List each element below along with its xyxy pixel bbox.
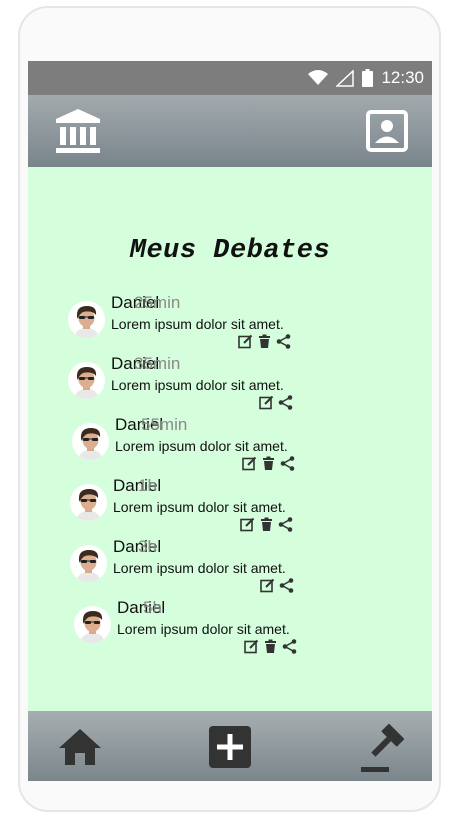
avatar: [70, 545, 107, 582]
debates-screen: Meus Debates Daniel 25min Lorem ipsum do…: [28, 167, 432, 711]
debate-item[interactable]: Daniel 35min Lorem ipsum dolor sit amet.: [68, 354, 308, 416]
share-icon[interactable]: [279, 577, 294, 593]
debate-text: Lorem ipsum dolor sit amet.: [113, 560, 286, 576]
debate-item[interactable]: Daniel 5h Lorem ipsum dolor sit amet.: [74, 598, 314, 660]
debate-actions: [260, 577, 294, 593]
debate-item[interactable]: Daniel 3h Lorem ipsum dolor sit amet.: [70, 537, 310, 599]
avatar: [68, 362, 105, 399]
delete-icon[interactable]: [257, 334, 272, 349]
debate-text: Lorem ipsum dolor sit amet.: [115, 438, 288, 454]
gavel-icon[interactable]: [358, 722, 410, 774]
delete-icon[interactable]: [263, 639, 278, 654]
status-bar: 12:30: [28, 61, 432, 95]
avatar: [68, 301, 105, 338]
debate-item[interactable]: Daniel 55min Lorem ipsum dolor sit amet.: [72, 415, 312, 477]
page-title: Meus Debates: [129, 236, 331, 266]
edit-icon[interactable]: [240, 517, 255, 532]
debate-text: Lorem ipsum dolor sit amet.: [113, 499, 286, 515]
delete-icon[interactable]: [261, 456, 276, 471]
debate-time: 1h: [138, 476, 157, 495]
debate-time: 5h: [143, 598, 162, 617]
avatar: [72, 423, 109, 460]
share-icon[interactable]: [280, 455, 295, 471]
debate-actions: [238, 333, 291, 349]
bottom-navigation: [28, 711, 432, 781]
edit-icon[interactable]: [244, 639, 259, 654]
share-icon[interactable]: [282, 638, 297, 654]
debate-text: Lorem ipsum dolor sit amet.: [111, 377, 284, 393]
debate-actions: [259, 394, 293, 410]
edit-icon[interactable]: [260, 578, 275, 593]
add-icon[interactable]: [209, 726, 251, 768]
avatar: [74, 606, 111, 643]
status-time: 12:30: [381, 68, 424, 87]
bank-icon[interactable]: [54, 107, 102, 155]
debate-actions: [242, 455, 295, 471]
debate-time: 3h: [138, 537, 157, 556]
debate-text: Lorem ipsum dolor sit amet.: [111, 316, 284, 332]
app-bar: [28, 95, 432, 167]
battery-icon: [362, 69, 374, 87]
wifi-icon: [308, 70, 329, 85]
profile-icon[interactable]: [366, 110, 408, 152]
debate-time: 35min: [134, 354, 181, 373]
share-icon[interactable]: [278, 394, 293, 410]
avatar: [70, 484, 107, 521]
debate-actions: [240, 516, 293, 532]
share-icon[interactable]: [276, 333, 291, 349]
edit-icon[interactable]: [242, 456, 257, 471]
debate-text: Lorem ipsum dolor sit amet.: [117, 621, 290, 637]
debate-actions: [244, 638, 297, 654]
home-icon[interactable]: [57, 727, 103, 767]
edit-icon[interactable]: [259, 395, 274, 410]
debate-item[interactable]: Daniel 25min Lorem ipsum dolor sit amet.: [68, 293, 308, 355]
delete-icon[interactable]: [259, 517, 274, 532]
share-icon[interactable]: [278, 516, 293, 532]
debate-time: 25min: [134, 293, 181, 312]
edit-icon[interactable]: [238, 334, 253, 349]
debate-item[interactable]: Daniel 1h Lorem ipsum dolor sit amet.: [70, 476, 310, 538]
signal-icon: [336, 69, 355, 87]
debate-time: 55min: [141, 415, 188, 434]
